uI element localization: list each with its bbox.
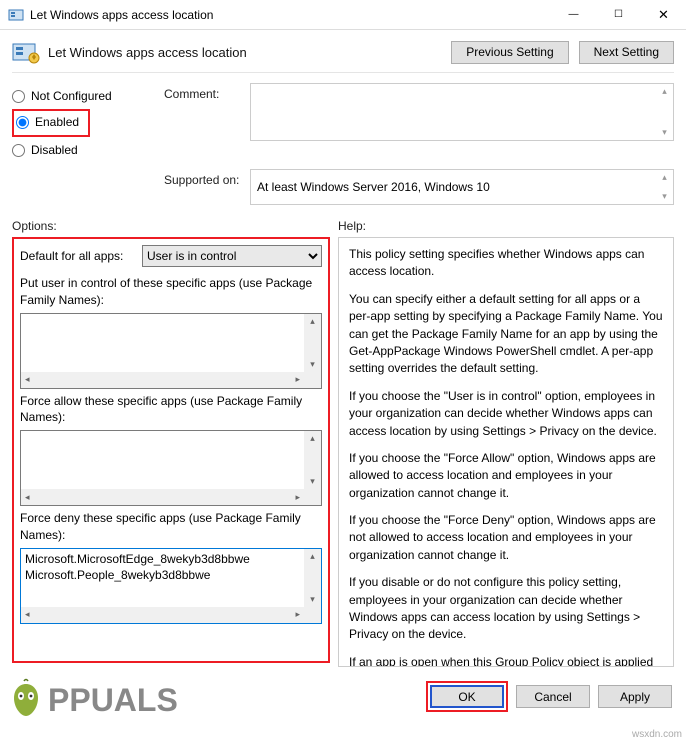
separator xyxy=(12,72,674,73)
minimize-button[interactable]: — xyxy=(551,0,596,29)
comment-scroll[interactable]: ▴▾ xyxy=(656,84,673,140)
comment-label: Comment: xyxy=(164,83,250,161)
close-button[interactable]: ✕ xyxy=(641,0,686,29)
maximize-button[interactable]: ☐ xyxy=(596,0,641,29)
comment-textarea[interactable]: ▴▾ xyxy=(250,83,674,141)
watermark-text: PPUALS xyxy=(48,682,178,719)
supported-on-box: At least Windows Server 2016, Windows 10… xyxy=(250,169,674,205)
help-pane[interactable]: This policy setting specifies whether Wi… xyxy=(338,237,674,667)
radio-not-configured[interactable]: Not Configured xyxy=(12,85,164,107)
list-hscroll[interactable]: ◂▸ xyxy=(21,372,304,388)
policy-icon xyxy=(12,40,40,64)
list-vscroll[interactable]: ▴▾ xyxy=(304,431,321,489)
watermark-site: wsxdn.com xyxy=(632,729,682,740)
window-icon xyxy=(8,7,24,23)
options-pane: Default for all apps: User is in control… xyxy=(12,237,330,663)
radio-disabled-label: Disabled xyxy=(31,143,78,157)
force-deny-apps-label: Force deny these specific apps (use Pack… xyxy=(20,510,322,544)
help-p7: If an app is open when this Group Policy… xyxy=(349,654,663,667)
default-for-all-select[interactable]: User is in control xyxy=(142,245,322,267)
radio-disabled-input[interactable] xyxy=(12,144,25,157)
help-p5: If you choose the "Force Deny" option, W… xyxy=(349,512,663,564)
supported-scroll: ▴▾ xyxy=(656,170,673,204)
user-control-apps-label: Put user in control of these specific ap… xyxy=(20,275,322,309)
window-title: Let Windows apps access location xyxy=(30,8,551,22)
policy-title: Let Windows apps access location xyxy=(48,45,441,60)
help-p1: This policy setting specifies whether Wi… xyxy=(349,246,663,281)
force-deny-apps-list[interactable]: Microsoft.MicrosoftEdge_8wekyb3d8bbwe Mi… xyxy=(20,548,322,624)
force-allow-apps-list[interactable]: ▴▾ ◂▸ xyxy=(20,430,322,506)
supported-label: Supported on: xyxy=(164,169,250,205)
help-p2: You can specify either a default setting… xyxy=(349,291,663,378)
apple-icon xyxy=(6,678,46,722)
ok-button[interactable]: OK xyxy=(430,685,504,708)
list-hscroll[interactable]: ◂▸ xyxy=(21,607,304,623)
state-radio-group: Not Configured Enabled Disabled xyxy=(12,83,164,161)
default-for-all-label: Default for all apps: xyxy=(20,249,142,263)
previous-setting-button[interactable]: Previous Setting xyxy=(451,41,568,64)
apply-button[interactable]: Apply xyxy=(598,685,672,708)
watermark-logo: PPUALS xyxy=(0,678,178,722)
radio-not-configured-input[interactable] xyxy=(12,90,25,103)
list-hscroll[interactable]: ◂▸ xyxy=(21,489,304,505)
list-vscroll[interactable]: ▴▾ xyxy=(304,549,321,607)
ok-highlight: OK xyxy=(426,681,508,712)
radio-enabled-label: Enabled xyxy=(35,115,79,129)
next-setting-button[interactable]: Next Setting xyxy=(579,41,674,64)
cancel-button[interactable]: Cancel xyxy=(516,685,590,708)
force-allow-apps-label: Force allow these specific apps (use Pac… xyxy=(20,393,322,427)
user-control-apps-list[interactable]: ▴▾ ◂▸ xyxy=(20,313,322,389)
help-p3: If you choose the "User is in control" o… xyxy=(349,388,663,440)
help-p6: If you disable or do not configure this … xyxy=(349,574,663,644)
radio-disabled[interactable]: Disabled xyxy=(12,139,164,161)
help-heading: Help: xyxy=(338,219,674,233)
radio-not-configured-label: Not Configured xyxy=(31,89,112,103)
supported-on-value: At least Windows Server 2016, Windows 10 xyxy=(257,180,490,194)
radio-enabled-input[interactable] xyxy=(16,116,29,129)
options-heading: Options: xyxy=(12,219,338,233)
radio-enabled[interactable]: Enabled xyxy=(16,111,84,133)
help-p4: If you choose the "Force Allow" option, … xyxy=(349,450,663,502)
deny-entry-1[interactable]: Microsoft.MicrosoftEdge_8wekyb3d8bbwe xyxy=(25,551,317,567)
list-vscroll[interactable]: ▴▾ xyxy=(304,314,321,372)
deny-entry-2[interactable]: Microsoft.People_8wekyb3d8bbwe xyxy=(25,567,317,583)
